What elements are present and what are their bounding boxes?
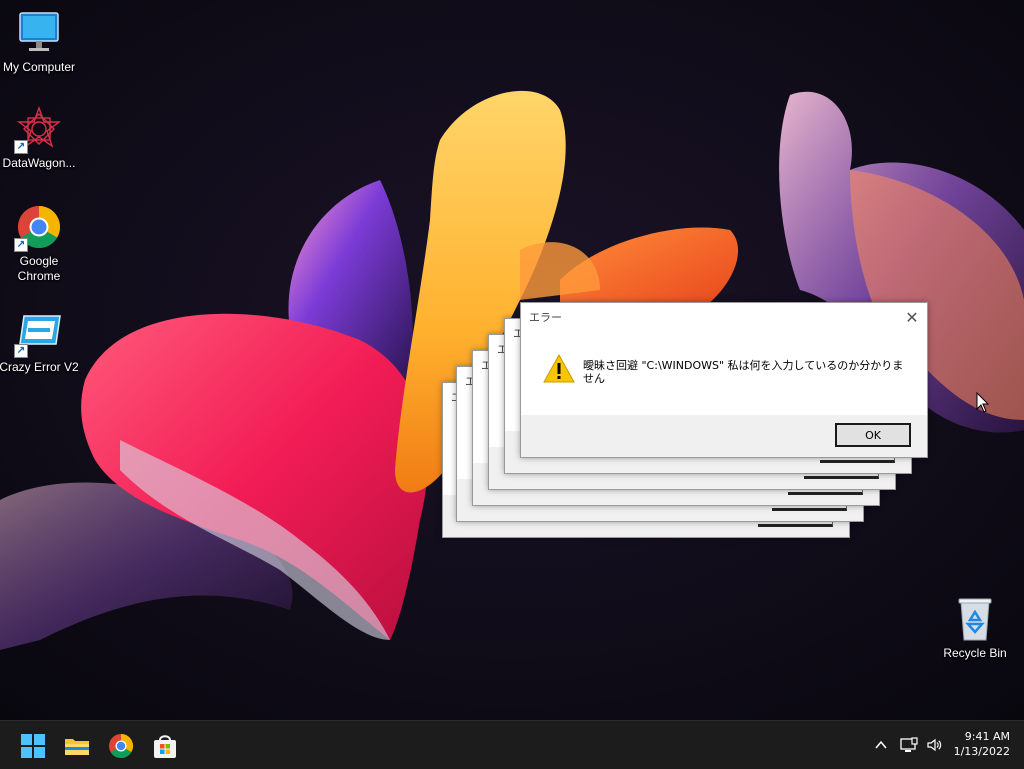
taskbar: 9:41 AM 1/13/2022 (0, 720, 1024, 769)
store-icon[interactable] (152, 733, 178, 759)
monitor-icon (16, 10, 62, 56)
desktop-icon-label: DataWagon... (2, 156, 76, 170)
desktop-icon-google-chrome[interactable]: ↗ Google Chrome (0, 204, 79, 284)
desktop-icon-crazy-error[interactable]: ↗ Crazy Error V2 (0, 310, 79, 375)
start-icon[interactable] (20, 733, 46, 759)
shortcut-arrow-icon: ↗ (14, 140, 28, 154)
taskbar-clock[interactable]: 9:41 AM 1/13/2022 (940, 729, 1010, 759)
chrome-icon: ↗ (14, 204, 62, 252)
dialog-title: エラー (521, 303, 927, 333)
geometric-star-icon: ↗ (14, 105, 62, 154)
shortcut-arrow-icon: ↗ (14, 344, 28, 358)
chevron-up-icon[interactable] (874, 737, 888, 753)
recycle-bin-icon (952, 596, 998, 642)
clock-date: 1/13/2022 (953, 745, 1010, 758)
clock-time: 9:41 AM (964, 730, 1010, 743)
ok-button[interactable]: OK (835, 423, 911, 447)
shortcut-arrow-icon: ↗ (14, 238, 28, 252)
desktop-icon-my-computer[interactable]: My Computer (0, 10, 79, 75)
chrome-icon[interactable] (108, 733, 134, 759)
desktop-icon-label: My Computer (2, 60, 76, 74)
desktop-icon-recycle-bin[interactable]: Recycle Bin (935, 596, 1015, 661)
desktop-icon-label: Google Chrome (17, 254, 61, 283)
mouse-cursor-icon (976, 392, 990, 413)
close-icon[interactable]: ✕ (903, 309, 921, 327)
error-window-icon: ↗ (14, 310, 62, 358)
desktop-icon-label: Crazy Error V2 (0, 360, 79, 374)
warning-icon (543, 353, 575, 385)
desktop-icon-datawagon[interactable]: ↗ DataWagon... (0, 105, 79, 171)
desktop-icon-label: Recycle Bin (943, 646, 1007, 660)
file-explorer-icon[interactable] (64, 733, 90, 759)
error-dialog[interactable]: エラー ✕ 曖昧さ回避 "C:\WINDOWS" 私は何を入力しているのか分かり… (520, 302, 928, 458)
network-icon[interactable] (900, 737, 918, 753)
error-message: 曖昧さ回避 "C:\WINDOWS" 私は何を入力しているのか分かりません (583, 359, 904, 385)
